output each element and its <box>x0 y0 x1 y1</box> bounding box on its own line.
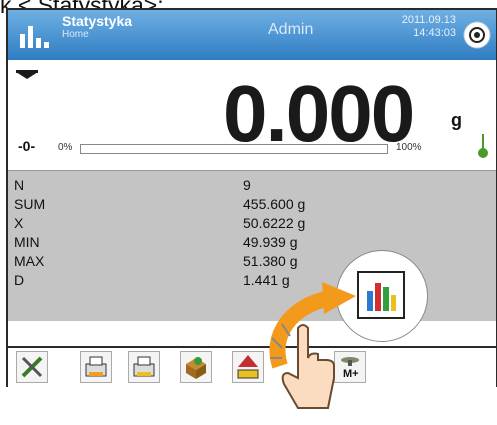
header-bar: Statystyka Home Admin 2011.09.13 14:43:0… <box>8 10 496 60</box>
print-button[interactable] <box>80 351 112 383</box>
device-screen: Statystyka Home Admin 2011.09.13 14:43:0… <box>6 8 497 388</box>
stat-value: 455.600 g <box>243 196 306 212</box>
header-subtitle: Home <box>62 29 89 40</box>
bottom-toolbar: M+ <box>8 346 496 388</box>
header-date: 2011.09.13 <box>401 14 456 26</box>
printer-icon <box>85 356 107 377</box>
tare-icon <box>237 355 259 379</box>
bar-max-label: 100% <box>396 142 422 153</box>
stat-value: 9 <box>243 177 251 193</box>
zero-indicator: -0- <box>18 138 36 154</box>
stat-value: 49.939 g <box>243 234 298 250</box>
stat-label: MIN <box>14 234 40 250</box>
printer-alt-icon <box>133 356 155 377</box>
stat-label: MAX <box>14 253 45 269</box>
tools-icon <box>21 356 43 378</box>
hand-pointer-icon <box>270 323 335 409</box>
weight-unit: g <box>451 110 462 130</box>
level-indicator-icon[interactable] <box>462 18 492 52</box>
stat-label: X <box>14 215 24 231</box>
stat-label: SUM <box>14 196 46 212</box>
print-alt-button[interactable] <box>128 351 160 383</box>
weighing-panel: 0.000 g -0- 0% 100% <box>8 60 496 171</box>
stat-label: D <box>14 272 25 288</box>
header-time: 14:43:03 <box>413 27 456 39</box>
export-button[interactable] <box>180 351 212 383</box>
tools-button[interactable] <box>16 351 48 383</box>
header-title: Statystyka <box>62 13 133 29</box>
load-bar <box>80 144 388 154</box>
thermometer-icon <box>478 134 488 158</box>
statistics-app-icon[interactable] <box>16 20 52 50</box>
header-user: Admin <box>268 21 314 38</box>
bar-min-label: 0% <box>58 142 73 153</box>
stability-marker-icon <box>16 70 38 79</box>
stat-label: N <box>14 177 25 193</box>
stat-value: 51.380 g <box>243 253 298 269</box>
stat-value: 50.6222 g <box>243 215 306 231</box>
box-export-icon <box>186 357 206 379</box>
